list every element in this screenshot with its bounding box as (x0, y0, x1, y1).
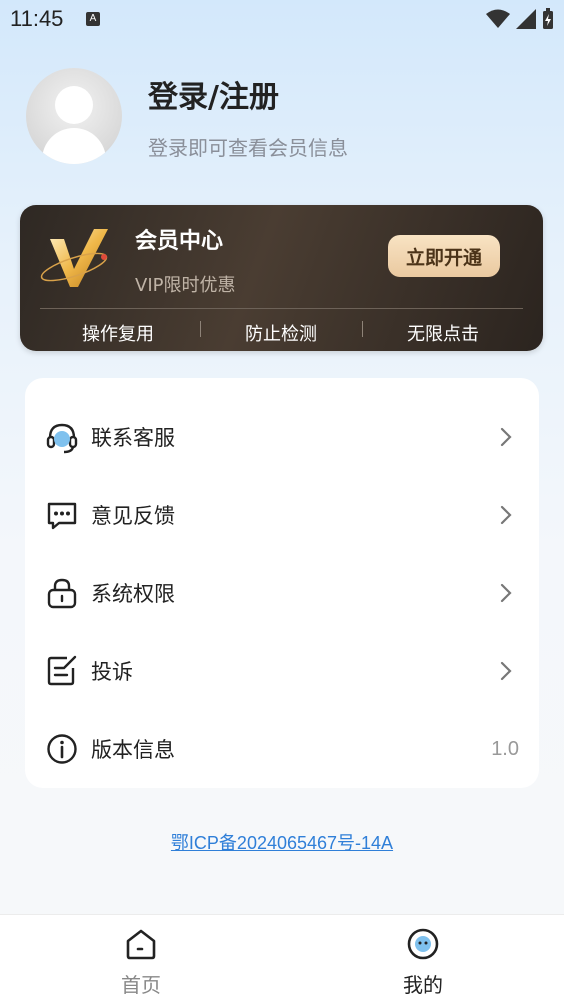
tab-home-label: 首页 (121, 973, 161, 997)
tab-mine-label: 我的 (403, 973, 443, 997)
menu-card: 联系客服 意见反馈 系统权限 投诉 版本信息 1.0 (25, 378, 539, 788)
lock-icon (47, 578, 77, 609)
avatar-body (42, 128, 106, 164)
login-register-title[interactable]: 登录/注册 (148, 72, 279, 116)
edit-note-icon (47, 655, 77, 686)
menu-item-system-permissions[interactable]: 系统权限 (25, 554, 539, 632)
bottom-nav: 首页 我的 (0, 914, 564, 1003)
profile-icon (407, 928, 439, 960)
vip-title: 会员中心 (135, 229, 224, 254)
chevron-right-icon (500, 583, 512, 603)
menu-label: 版本信息 (91, 738, 175, 762)
menu-label: 意见反馈 (91, 504, 175, 528)
chevron-right-icon (500, 427, 512, 447)
login-subtitle: 登录即可查看会员信息 (148, 136, 348, 160)
tab-mine[interactable]: 我的 (282, 915, 564, 1003)
vip-feature-reuse: 操作复用 (82, 324, 154, 345)
notification-icon: A (86, 12, 100, 26)
home-icon (126, 929, 156, 960)
vip-open-button[interactable]: 立即开通 (388, 235, 500, 277)
info-icon (47, 734, 77, 764)
menu-item-contact-support[interactable]: 联系客服 (25, 398, 539, 476)
vip-subtitle: VIP限时优惠 (135, 275, 236, 296)
menu-item-version-info[interactable]: 版本信息 1.0 (25, 710, 539, 788)
menu-item-complaint[interactable]: 投诉 (25, 632, 539, 710)
vip-divider (40, 308, 523, 309)
icp-link[interactable]: 鄂ICP备2024065467号-14A (0, 829, 564, 855)
vip-feature-unlimited: 无限点击 (407, 324, 479, 345)
version-value: 1.0 (491, 737, 519, 760)
menu-label: 系统权限 (91, 582, 175, 606)
status-time: 11:45 (10, 6, 64, 31)
vip-card[interactable]: 会员中心 VIP限时优惠 立即开通 操作复用 防止检测 无限点击 (20, 205, 543, 351)
vip-feature-anti-detect: 防止检测 (245, 324, 317, 345)
wifi-icon (486, 9, 510, 28)
menu-label: 投诉 (91, 660, 133, 684)
menu-label: 联系客服 (91, 426, 175, 450)
chat-bubble-icon (47, 502, 77, 530)
battery-icon (543, 8, 553, 29)
tab-home[interactable]: 首页 (0, 915, 282, 1003)
avatar[interactable] (26, 68, 122, 164)
menu-item-feedback[interactable]: 意见反馈 (25, 476, 539, 554)
chevron-right-icon (500, 505, 512, 525)
avatar-head (55, 86, 93, 124)
signal-icon (516, 9, 536, 29)
vip-logo-icon (40, 229, 108, 287)
status-icons (486, 8, 554, 30)
headset-icon (46, 423, 78, 454)
chevron-right-icon (500, 661, 512, 681)
status-bar: 11:45 A (0, 0, 564, 40)
